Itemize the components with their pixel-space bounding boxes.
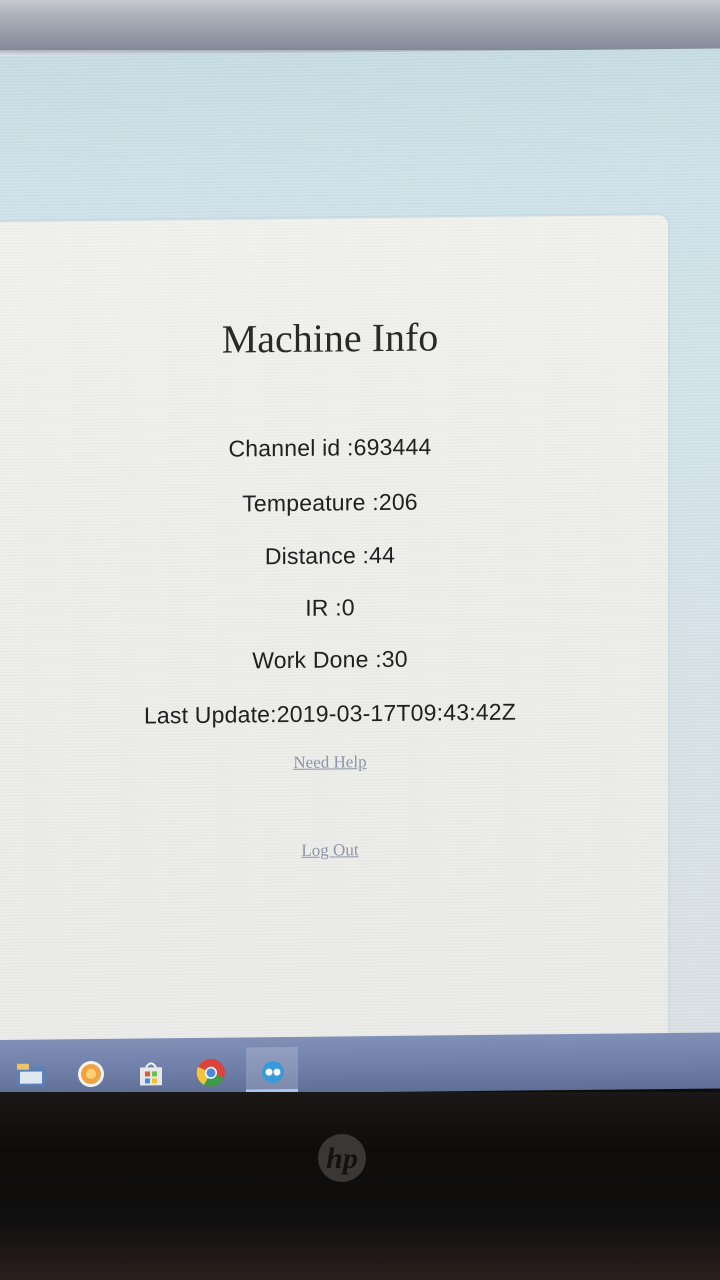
file-explorer-icon[interactable] [16, 1060, 46, 1090]
machine-info-card: Machine Info Channel id :693444 Tempeatu… [0, 215, 668, 1053]
chrome-icon[interactable] [196, 1058, 226, 1088]
screen: Machine Info Channel id :693444 Tempeatu… [0, 48, 720, 1053]
hp-logo: hp [312, 1128, 372, 1188]
distance-line: Distance :44 [264, 541, 396, 570]
need-help-link[interactable]: Need Help [0, 749, 660, 776]
taskbar [0, 1032, 720, 1096]
browser-icon[interactable] [76, 1059, 106, 1089]
ir-line: IR :0 [305, 594, 355, 621]
app-icon[interactable] [258, 1057, 288, 1087]
channel-id-line: Channel id :693444 [228, 433, 432, 462]
temperature-line: Tempeature :206 [242, 488, 418, 517]
last-update-line: Last Update:2019-03-17T09:43:42Z [143, 698, 517, 729]
browser-top-strip [0, 0, 720, 56]
laptop-photo: Machine Info Channel id :693444 Tempeatu… [0, 0, 720, 1280]
log-out-link[interactable]: Log Out [0, 837, 660, 864]
store-icon[interactable] [136, 1058, 166, 1088]
page-title: Machine Info [221, 314, 439, 362]
work-done-line: Work Done :30 [252, 645, 408, 674]
svg-text:hp: hp [326, 1142, 358, 1175]
